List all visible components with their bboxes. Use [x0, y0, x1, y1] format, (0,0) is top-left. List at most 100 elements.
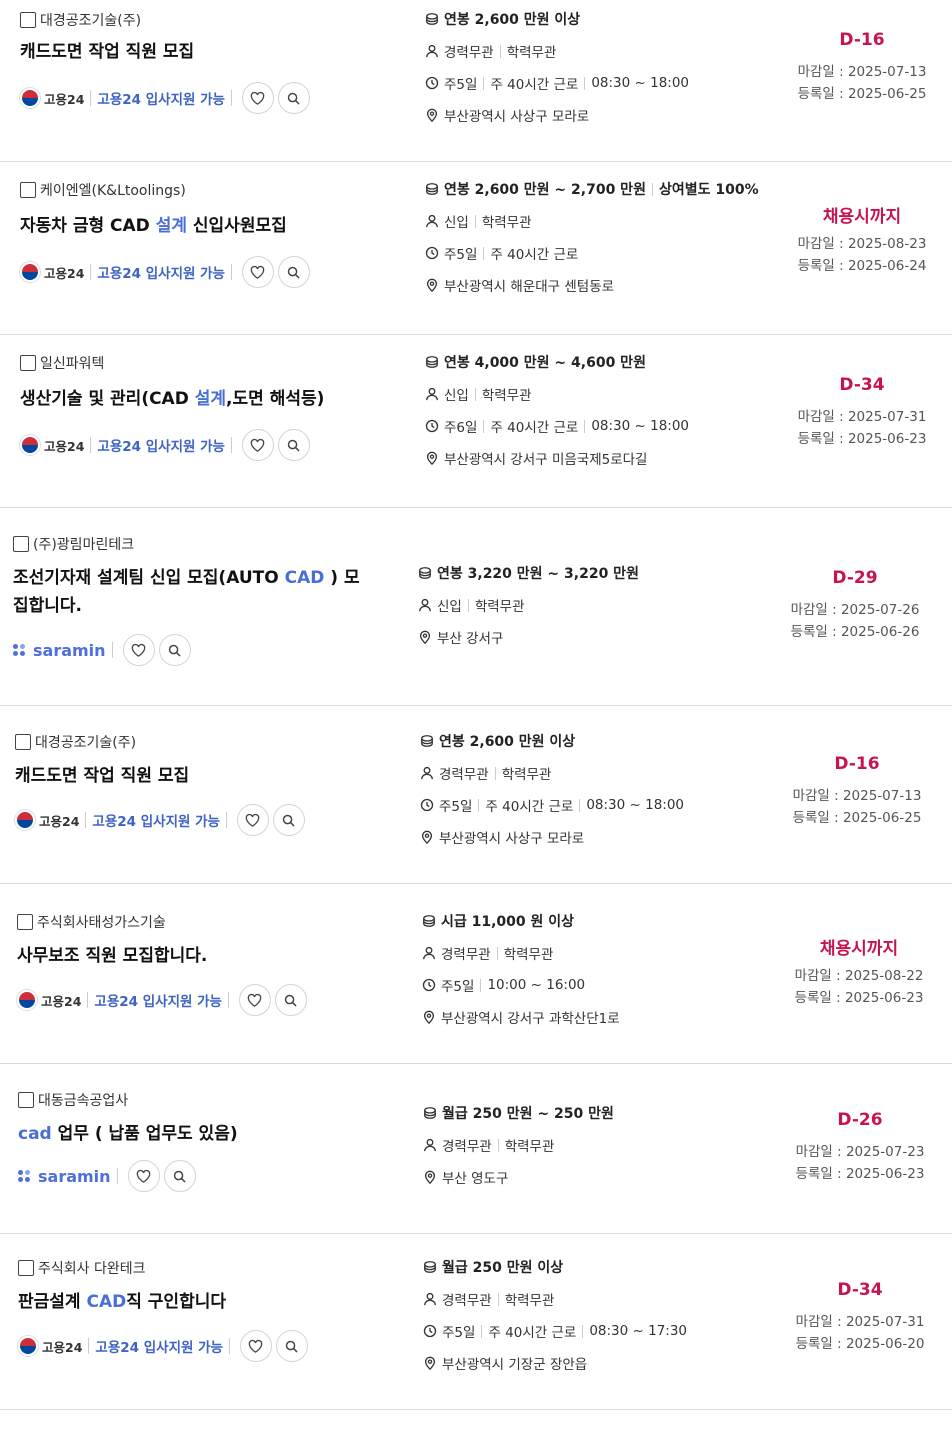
select-checkbox[interactable]: [13, 536, 29, 552]
search-similar-button[interactable]: [158, 634, 191, 666]
company-row: 대경공조기술(주): [15, 732, 136, 752]
salary-row: 시급 11,000 원 이상: [422, 911, 574, 931]
select-checkbox[interactable]: [18, 1092, 34, 1108]
job-title[interactable]: 생산기술 및 관리(CAD 설계,도면 해석등): [20, 385, 380, 413]
company-row: 일신파워텍: [20, 353, 104, 373]
search-similar-button[interactable]: [274, 984, 307, 1016]
search-similar-button[interactable]: [163, 1160, 196, 1192]
like-button[interactable]: [236, 804, 269, 836]
heart-icon: [136, 1169, 151, 1184]
divider: [474, 214, 476, 228]
like-button[interactable]: [122, 634, 155, 666]
heart-icon: [250, 265, 265, 280]
job-title[interactable]: 판금설계 CAD직 구인합니다: [18, 1288, 378, 1316]
keyword-highlight: 설계: [155, 216, 187, 236]
company-name[interactable]: 대경공조기술(주): [40, 10, 141, 30]
map-pin-icon: [425, 451, 439, 465]
registered-date: 등록일 : 2025-06-25: [797, 86, 927, 102]
card-actions: saramin: [13, 634, 191, 666]
clock-icon: [425, 76, 439, 90]
card-actions: 고용24 고용24 입사지원 가능: [15, 804, 305, 836]
source-name: saramin: [33, 640, 106, 660]
company-name[interactable]: 주식회사태성가스기술: [37, 912, 166, 932]
dday-badge: D-16: [839, 30, 885, 50]
like-button[interactable]: [239, 1330, 272, 1362]
search-similar-button[interactable]: [275, 1330, 308, 1362]
job-title[interactable]: 자동차 금형 CAD 설계 신입사원모집: [20, 212, 380, 240]
divider: [230, 90, 232, 106]
select-checkbox[interactable]: [15, 734, 31, 750]
like-button[interactable]: [241, 82, 274, 114]
job-card[interactable]: 일신파워텍 생산기술 및 관리(CAD 설계,도면 해석등) 고용24 고용24 입사…: [0, 335, 952, 508]
job-title[interactable]: 캐드도면 작업 직원 모집: [20, 38, 380, 66]
search-similar-button[interactable]: [277, 429, 310, 461]
registered-date: 등록일 : 2025-06-20: [795, 1336, 925, 1352]
salary-row: 연봉 4,000 만원 ~ 4,600 만원: [425, 352, 646, 372]
job-card[interactable]: 케이엔엘(K&Ltoolings) 자동차 금형 CAD 설계 신입사원모집고용2…: [0, 162, 952, 335]
job-card[interactable]: (주)광림마린테크조선기자재 설계팀 신입 모집(AUTO CAD ) 모집합니…: [0, 508, 952, 706]
magnifier-icon: [286, 91, 301, 106]
dday-badge: D-34: [837, 1280, 883, 1300]
job-title[interactable]: 사무보조 직원 모집합니다.: [17, 942, 377, 970]
select-checkbox[interactable]: [20, 12, 36, 28]
job-card[interactable]: 대동금속공업사 cad 업무 ( 납품 업무도 있음) saramin 월급 250 …: [0, 1064, 952, 1234]
clock-icon: [422, 978, 436, 992]
company-name[interactable]: 일신파워텍: [40, 353, 104, 373]
source-name: 고용24: [44, 265, 85, 281]
info-text: 경력무관: [444, 45, 494, 61]
info-text: 경력무관: [441, 947, 491, 963]
apply-link[interactable]: 고용24 입사지원 가능: [95, 1336, 223, 1356]
job-card[interactable]: 대경공조기술(주) 캐드도면 작업 직원 모집 고용24 고용24 입사지원 가능 연봉…: [0, 0, 952, 162]
company-name[interactable]: 주식회사 다완테크: [38, 1258, 146, 1278]
job-card[interactable]: 주식회사태성가스기술 사무보조 직원 모집합니다. 고용24 고용24 입사지원 가능…: [0, 884, 952, 1064]
company-name[interactable]: 대동금속공업사: [38, 1090, 128, 1110]
like-button[interactable]: [238, 984, 271, 1016]
career-row: 신입 학력무관: [425, 384, 532, 404]
apply-link[interactable]: 고용24 입사지원 가능: [97, 262, 225, 282]
location-row: 부산광역시 해운대구 센텀동로: [425, 275, 614, 295]
company-name[interactable]: (주)광림마린테크: [33, 534, 134, 554]
select-checkbox[interactable]: [20, 355, 36, 371]
location-row: 부산광역시 강서구 과학산단1로: [422, 1007, 620, 1027]
company-row: (주)광림마린테크: [13, 534, 134, 554]
info-text: 08:30 ~ 18:00: [591, 418, 690, 434]
like-button[interactable]: [241, 256, 274, 288]
apply-link[interactable]: 고용24 입사지원 가능: [94, 990, 222, 1010]
hours-row: 주5일 주 40시간 근로: [425, 243, 578, 263]
divider: [474, 387, 476, 401]
job-title[interactable]: 조선기자재 설계팀 신입 모집(AUTO CAD ) 모집합니다.: [13, 564, 373, 620]
map-pin-icon: [418, 630, 432, 644]
title-text: 조선기자재 설계팀 신입 모집(AUTO: [13, 568, 285, 588]
job-card[interactable]: 대경공조기술(주) 캐드도면 작업 직원 모집 고용24 고용24 입사지원 가능 연봉…: [0, 706, 952, 884]
apply-link[interactable]: 고용24 입사지원 가능: [92, 810, 220, 830]
search-similar-button[interactable]: [277, 256, 310, 288]
deadline-date: 마감일 : 2025-08-23: [797, 236, 927, 252]
like-button[interactable]: [127, 1160, 160, 1192]
company-name[interactable]: 케이엔엘(K&Ltoolings): [40, 180, 186, 200]
info-text: 주5일: [441, 979, 475, 995]
search-similar-button[interactable]: [277, 82, 310, 114]
magnifier-icon: [286, 265, 301, 280]
apply-link[interactable]: 고용24 입사지원 가능: [97, 435, 225, 455]
info-text: 학력무관: [501, 767, 552, 783]
job-title[interactable]: 캐드도면 작업 직원 모집: [15, 762, 375, 790]
keyword-highlight: 설계: [194, 389, 227, 409]
heart-icon: [247, 993, 262, 1008]
select-checkbox[interactable]: [17, 914, 33, 930]
select-checkbox[interactable]: [18, 1260, 34, 1276]
hours-row: 주5일 주 40시간 근로 08:30 ~ 18:00: [425, 73, 689, 93]
job-main: 일신파워텍 생산기술 및 관리(CAD 설계,도면 해석등) 고용24 고용24 입사…: [20, 335, 380, 508]
goyong24-logo: 고용24: [20, 262, 84, 282]
apply-link[interactable]: 고용24 입사지원 가능: [97, 88, 225, 108]
divider: [582, 1324, 584, 1338]
search-similar-button[interactable]: [272, 804, 305, 836]
select-checkbox[interactable]: [20, 182, 36, 198]
source-name: 고용24: [39, 813, 80, 829]
info-text: 부산광역시 해운대구 센텀동로: [444, 279, 615, 295]
info-text: 학력무관: [474, 599, 525, 615]
company-name[interactable]: 대경공조기술(주): [35, 732, 136, 752]
dday-badge: 채용시까지: [822, 207, 902, 227]
like-button[interactable]: [241, 429, 274, 461]
job-card[interactable]: 주식회사 다완테크 판금설계 CAD직 구인합니다 고용24 고용24 입사지원 가능…: [0, 1234, 952, 1410]
job-title[interactable]: cad 업무 ( 납품 업무도 있음): [18, 1120, 378, 1148]
